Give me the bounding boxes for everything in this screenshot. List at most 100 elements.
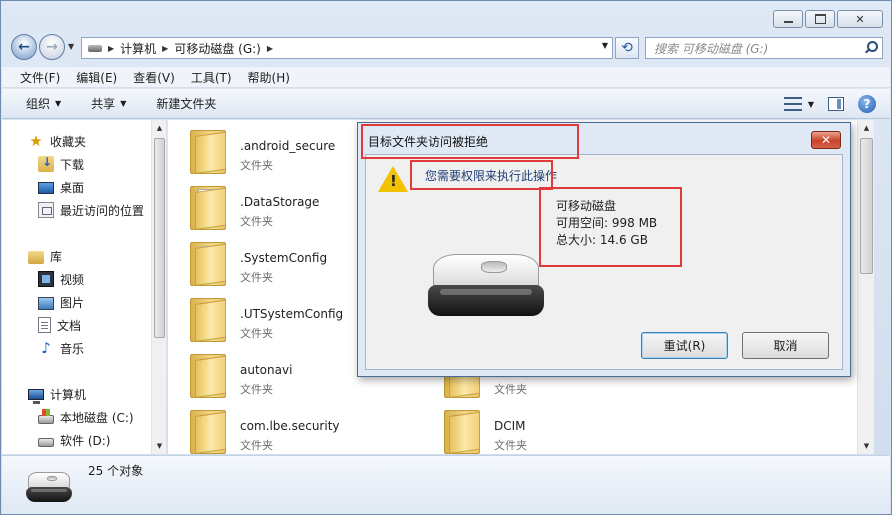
nav-item-recent-places[interactable]: 最近访问的位置 [38,199,144,221]
nav-favorites[interactable]: ★ 收藏夹 [28,130,86,152]
refresh-button[interactable]: ⟲ [615,37,639,59]
view-options-icon [783,96,802,112]
dialog-message: 您需要权限来执行此操作 [425,169,558,183]
chevron-down-icon: ▼ [807,99,814,109]
nav-item-desktop[interactable]: 桌面 [38,176,84,198]
nav-item-label: 文档 [57,318,82,333]
breadcrumb-computer[interactable]: 计算机 [120,40,156,57]
scroll-up-icon[interactable]: ▲ [152,120,167,136]
hard-drive-icon [38,438,54,447]
scroll-down-icon[interactable]: ▼ [858,438,874,454]
nav-item-label: 音乐 [60,341,85,356]
list-item[interactable]: DCIM 文件夹 [422,404,662,454]
documents-icon [38,317,51,333]
drive-icon [88,44,102,52]
organize-label: 组织 [26,97,51,111]
nav-scrollbar[interactable]: ▲ ▼ [151,120,166,454]
back-button[interactable]: ← [11,34,37,60]
retry-button[interactable]: 重试(R) [641,332,728,359]
nav-libraries[interactable]: 库 [28,245,62,267]
scroll-thumb[interactable] [154,138,165,338]
close-window-button[interactable] [837,10,883,28]
file-type: 文件夹 [494,439,527,452]
menu-bar: 文件(F) 编辑(E) 查看(V) 工具(T) 帮助(H) [2,67,890,88]
organize-button[interactable]: 组织 ▼ [18,95,69,112]
navigation-pane: ★ 收藏夹 下载 桌面 最近访问的位置 库 视频 图片 文档 [2,120,167,454]
file-name: .UTSystemConfig [240,307,344,321]
access-denied-dialog: 目标文件夹访问被拒绝 ✕ 您需要权限来执行此操作 可移动磁盘 可用空间: 998… [357,122,851,377]
file-name: DCIM [494,419,526,433]
nav-computer[interactable]: 计算机 [28,383,86,405]
system-drive-icon [38,409,54,424]
nav-item-label: 桌面 [60,180,85,195]
cancel-button[interactable]: 取消 [742,332,829,359]
nav-libraries-label: 库 [50,249,63,264]
nav-item-documents[interactable]: 文档 [38,314,81,336]
folder-icon [444,410,480,454]
address-bar[interactable]: ▶ 计算机 ▶ 可移动磁盘 (G:) ▶ ▼ [81,37,613,59]
new-folder-label: 新建文件夹 [156,97,217,111]
menu-view[interactable]: 查看(V) [125,69,183,86]
folder-icon [190,298,226,342]
nav-item-music[interactable]: ♪ 音乐 [38,337,84,359]
file-name: .SystemConfig [240,251,328,265]
downloads-folder-icon [38,155,54,172]
nav-item-downloads[interactable]: 下载 [38,153,84,175]
share-button[interactable]: 共享 ▼ [83,95,134,112]
removable-drive-icon [26,472,72,502]
forward-button[interactable]: → [39,34,65,60]
list-item[interactable]: com.lbe.security 文件夹 [168,404,408,454]
folder-icon [190,130,226,174]
new-folder-button[interactable]: 新建文件夹 [148,95,224,112]
nav-item-label: 最近访问的位置 [60,203,145,218]
breadcrumb-drive[interactable]: 可移动磁盘 (G:) [174,40,261,57]
view-controls: ▼ ? [783,95,876,113]
recent-places-icon [38,202,54,218]
file-type: 文件夹 [494,383,527,396]
search-input[interactable]: 搜索 可移动磁盘 (G:) [645,37,883,59]
nav-item-pictures[interactable]: 图片 [38,291,84,313]
breadcrumb-separator-icon[interactable]: ▶ [267,44,273,53]
search-placeholder: 搜索 可移动磁盘 (G:) [654,41,769,56]
help-icon[interactable]: ? [858,95,876,113]
scroll-thumb[interactable] [860,138,873,274]
breadcrumb-separator-icon[interactable]: ▶ [108,44,114,53]
music-icon: ♪ [41,339,51,357]
search-icon[interactable] [864,40,878,54]
folder-icon [190,410,226,454]
file-type: 文件夹 [240,383,273,396]
minimize-button[interactable] [773,10,803,28]
maximize-button[interactable] [805,10,835,28]
scroll-down-icon[interactable]: ▼ [152,438,167,454]
nav-favorites-label: 收藏夹 [50,134,87,149]
scroll-up-icon[interactable]: ▲ [858,120,874,136]
menu-edit[interactable]: 编辑(E) [68,69,125,86]
nav-item-drive-d[interactable]: 软件 (D:) [38,429,110,451]
menu-tools[interactable]: 工具(T) [183,69,240,86]
preview-pane-icon[interactable] [828,97,844,111]
breadcrumb-separator-icon[interactable]: ▶ [162,44,168,53]
details-pane: 25 个对象 [2,455,890,514]
nav-item-label: 本地磁盘 (C:) [60,410,134,425]
star-icon: ★ [29,132,43,150]
nav-item-label: 软件 (D:) [60,433,111,448]
menu-help[interactable]: 帮助(H) [240,69,298,86]
content-scrollbar[interactable]: ▲ ▼ [857,120,874,454]
file-name: autonavi [240,363,293,377]
removable-drive-icon [428,254,544,316]
video-icon [38,271,54,287]
share-label: 共享 [91,97,116,111]
menu-file[interactable]: 文件(F) [12,69,68,86]
chevron-down-icon: ▼ [55,99,62,108]
change-view-button[interactable]: ▼ [783,96,814,112]
file-name: .android_secure [240,139,336,153]
history-dropdown-icon[interactable]: ▼ [68,42,74,51]
caption-buttons [773,10,883,28]
address-dropdown-icon[interactable]: ▼ [602,41,608,50]
nav-item-videos[interactable]: 视频 [38,268,84,290]
nav-item-drive-c[interactable]: 本地磁盘 (C:) [38,406,134,428]
file-type: 文件夹 [240,215,273,228]
dialog-close-button[interactable]: ✕ [811,131,841,149]
library-icon [28,250,44,264]
computer-icon [28,389,44,404]
